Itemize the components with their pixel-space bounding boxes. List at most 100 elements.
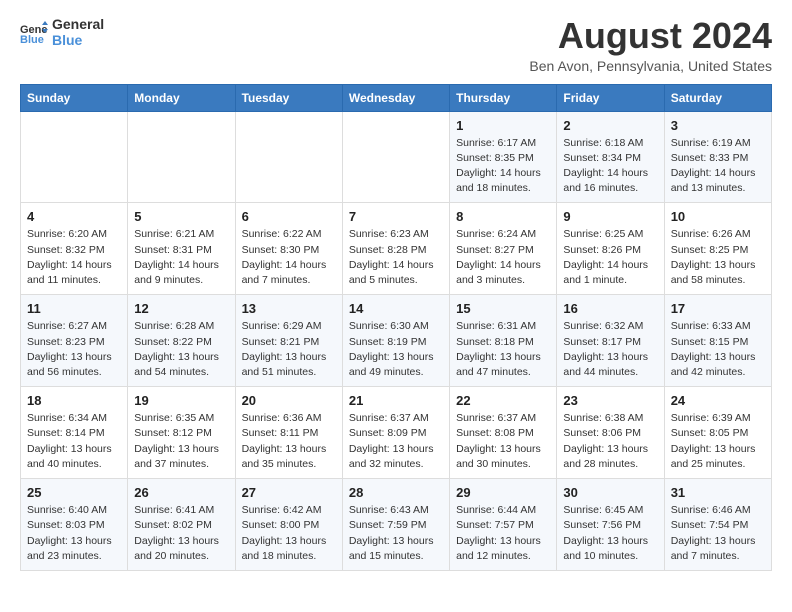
day-number: 30 [563, 485, 657, 500]
day-number: 3 [671, 118, 765, 133]
day-info: Sunrise: 6:46 AMSunset: 7:54 PMDaylight:… [671, 503, 765, 564]
calendar-cell: 28Sunrise: 6:43 AMSunset: 7:59 PMDayligh… [342, 479, 449, 571]
month-title: August 2024 [529, 16, 772, 56]
day-info: Sunrise: 6:30 AMSunset: 8:19 PMDaylight:… [349, 319, 443, 380]
calendar-cell: 13Sunrise: 6:29 AMSunset: 8:21 PMDayligh… [235, 295, 342, 387]
calendar-body: 1 Sunrise: 6:17 AMSunset: 8:35 PMDaylight… [21, 111, 772, 570]
calendar-cell: 22Sunrise: 6:37 AMSunset: 8:08 PMDayligh… [450, 387, 557, 479]
day-info: Sunrise: 6:36 AMSunset: 8:11 PMDaylight:… [242, 411, 336, 472]
calendar-table: Sunday Monday Tuesday Wednesday Thursday… [20, 84, 772, 571]
day-info: Sunrise: 6:39 AMSunset: 8:05 PMDaylight:… [671, 411, 765, 472]
week-row-1: 1 Sunrise: 6:17 AMSunset: 8:35 PMDaylight… [21, 111, 772, 203]
day-info: Sunrise: 6:35 AMSunset: 8:12 PMDaylight:… [134, 411, 228, 472]
calendar-cell [21, 111, 128, 203]
day-number: 9 [563, 209, 657, 224]
calendar-cell: 8Sunrise: 6:24 AMSunset: 8:27 PMDaylight… [450, 203, 557, 295]
logo-general: General [52, 16, 104, 32]
day-info: Sunrise: 6:18 AMSunset: 8:34 PMDaylight:… [563, 136, 657, 197]
day-number: 18 [27, 393, 121, 408]
day-info: Sunrise: 6:45 AMSunset: 7:56 PMDaylight:… [563, 503, 657, 564]
day-number: 14 [349, 301, 443, 316]
calendar-cell: 27 Sunrise: 6:42 AMSunset: 8:00 PMDayligh… [235, 479, 342, 571]
location: Ben Avon, Pennsylvania, United States [529, 58, 772, 74]
calendar-cell [128, 111, 235, 203]
day-number: 8 [456, 209, 550, 224]
calendar-cell: 30 Sunrise: 6:45 AMSunset: 7:56 PMDayligh… [557, 479, 664, 571]
calendar-cell: 6 Sunrise: 6:22 AMSunset: 8:30 PMDaylight… [235, 203, 342, 295]
day-info: Sunrise: 6:21 AMSunset: 8:31 PMDaylight:… [134, 227, 228, 288]
calendar-cell: 9 Sunrise: 6:25 AMSunset: 8:26 PMDaylight… [557, 203, 664, 295]
calendar-cell: 15 Sunrise: 6:31 AMSunset: 8:18 PMDayligh… [450, 295, 557, 387]
calendar-cell: 11 Sunrise: 6:27 AMSunset: 8:23 PMDayligh… [21, 295, 128, 387]
day-number: 15 [456, 301, 550, 316]
day-number: 11 [27, 301, 121, 316]
day-info: Sunrise: 6:27 AMSunset: 8:23 PMDaylight:… [27, 319, 121, 380]
logo-icon: General Blue [20, 21, 48, 43]
col-saturday: Saturday [664, 84, 771, 111]
calendar-cell: 25 Sunrise: 6:40 AMSunset: 8:03 PMDayligh… [21, 479, 128, 571]
calendar-cell: 26 Sunrise: 6:41 AMSunset: 8:02 PMDayligh… [128, 479, 235, 571]
calendar-cell [235, 111, 342, 203]
day-number: 12 [134, 301, 228, 316]
day-info: Sunrise: 6:44 AMSunset: 7:57 PMDaylight:… [456, 503, 550, 564]
col-friday: Friday [557, 84, 664, 111]
day-info: Sunrise: 6:34 AMSunset: 8:14 PMDaylight:… [27, 411, 121, 472]
day-info: Sunrise: 6:40 AMSunset: 8:03 PMDaylight:… [27, 503, 121, 564]
col-wednesday: Wednesday [342, 84, 449, 111]
logo: General Blue General Blue [20, 16, 104, 48]
col-monday: Monday [128, 84, 235, 111]
day-number: 27 [242, 485, 336, 500]
calendar-cell: 24 Sunrise: 6:39 AMSunset: 8:05 PMDayligh… [664, 387, 771, 479]
day-number: 16 [563, 301, 657, 316]
title-area: August 2024 Ben Avon, Pennsylvania, Unit… [529, 16, 772, 74]
col-tuesday: Tuesday [235, 84, 342, 111]
week-row-4: 18 Sunrise: 6:34 AMSunset: 8:14 PMDayligh… [21, 387, 772, 479]
day-info: Sunrise: 6:29 AMSunset: 8:21 PMDaylight:… [242, 319, 336, 380]
day-number: 21 [349, 393, 443, 408]
day-number: 1 [456, 118, 550, 133]
day-number: 23 [563, 393, 657, 408]
day-number: 24 [671, 393, 765, 408]
week-row-2: 4Sunrise: 6:20 AMSunset: 8:32 PMDaylight… [21, 203, 772, 295]
day-number: 6 [242, 209, 336, 224]
week-row-5: 25 Sunrise: 6:40 AMSunset: 8:03 PMDayligh… [21, 479, 772, 571]
day-info: Sunrise: 6:28 AMSunset: 8:22 PMDaylight:… [134, 319, 228, 380]
calendar-cell: 7 Sunrise: 6:23 AMSunset: 8:28 PMDaylight… [342, 203, 449, 295]
day-info: Sunrise: 6:22 AMSunset: 8:30 PMDaylight:… [242, 227, 336, 288]
calendar-cell: 2 Sunrise: 6:18 AMSunset: 8:34 PMDaylight… [557, 111, 664, 203]
day-info: Sunrise: 6:26 AMSunset: 8:25 PMDaylight:… [671, 227, 765, 288]
day-number: 29 [456, 485, 550, 500]
day-info: Sunrise: 6:23 AMSunset: 8:28 PMDaylight:… [349, 227, 443, 288]
day-info: Sunrise: 6:42 AMSunset: 8:00 PMDaylight:… [242, 503, 336, 564]
day-number: 31 [671, 485, 765, 500]
day-info: Sunrise: 6:37 AMSunset: 8:09 PMDaylight:… [349, 411, 443, 472]
day-number: 19 [134, 393, 228, 408]
calendar-cell: 4Sunrise: 6:20 AMSunset: 8:32 PMDaylight… [21, 203, 128, 295]
calendar-header: Sunday Monday Tuesday Wednesday Thursday… [21, 84, 772, 111]
week-row-3: 11 Sunrise: 6:27 AMSunset: 8:23 PMDayligh… [21, 295, 772, 387]
day-info: Sunrise: 6:38 AMSunset: 8:06 PMDaylight:… [563, 411, 657, 472]
day-number: 26 [134, 485, 228, 500]
calendar-cell: 29 Sunrise: 6:44 AMSunset: 7:57 PMDayligh… [450, 479, 557, 571]
day-number: 2 [563, 118, 657, 133]
day-number: 10 [671, 209, 765, 224]
day-number: 5 [134, 209, 228, 224]
day-number: 25 [27, 485, 121, 500]
calendar-cell: 3Sunrise: 6:19 AMSunset: 8:33 PMDaylight… [664, 111, 771, 203]
calendar-cell: 31 Sunrise: 6:46 AMSunset: 7:54 PMDayligh… [664, 479, 771, 571]
day-info: Sunrise: 6:31 AMSunset: 8:18 PMDaylight:… [456, 319, 550, 380]
calendar-cell: 12 Sunrise: 6:28 AMSunset: 8:22 PMDayligh… [128, 295, 235, 387]
calendar-cell: 1 Sunrise: 6:17 AMSunset: 8:35 PMDaylight… [450, 111, 557, 203]
day-number: 17 [671, 301, 765, 316]
calendar-cell: 20 Sunrise: 6:36 AMSunset: 8:11 PMDayligh… [235, 387, 342, 479]
calendar-cell: 21 Sunrise: 6:37 AMSunset: 8:09 PMDayligh… [342, 387, 449, 479]
header: General Blue General Blue August 2024 Be… [20, 16, 772, 74]
day-info: Sunrise: 6:32 AMSunset: 8:17 PMDaylight:… [563, 319, 657, 380]
day-number: 20 [242, 393, 336, 408]
day-info: Sunrise: 6:43 AMSunset: 7:59 PMDaylight:… [349, 503, 443, 564]
day-info: Sunrise: 6:17 AMSunset: 8:35 PMDaylight:… [456, 136, 550, 197]
day-number: 7 [349, 209, 443, 224]
day-info: Sunrise: 6:41 AMSunset: 8:02 PMDaylight:… [134, 503, 228, 564]
day-info: Sunrise: 6:25 AMSunset: 8:26 PMDaylight:… [563, 227, 657, 288]
day-number: 22 [456, 393, 550, 408]
